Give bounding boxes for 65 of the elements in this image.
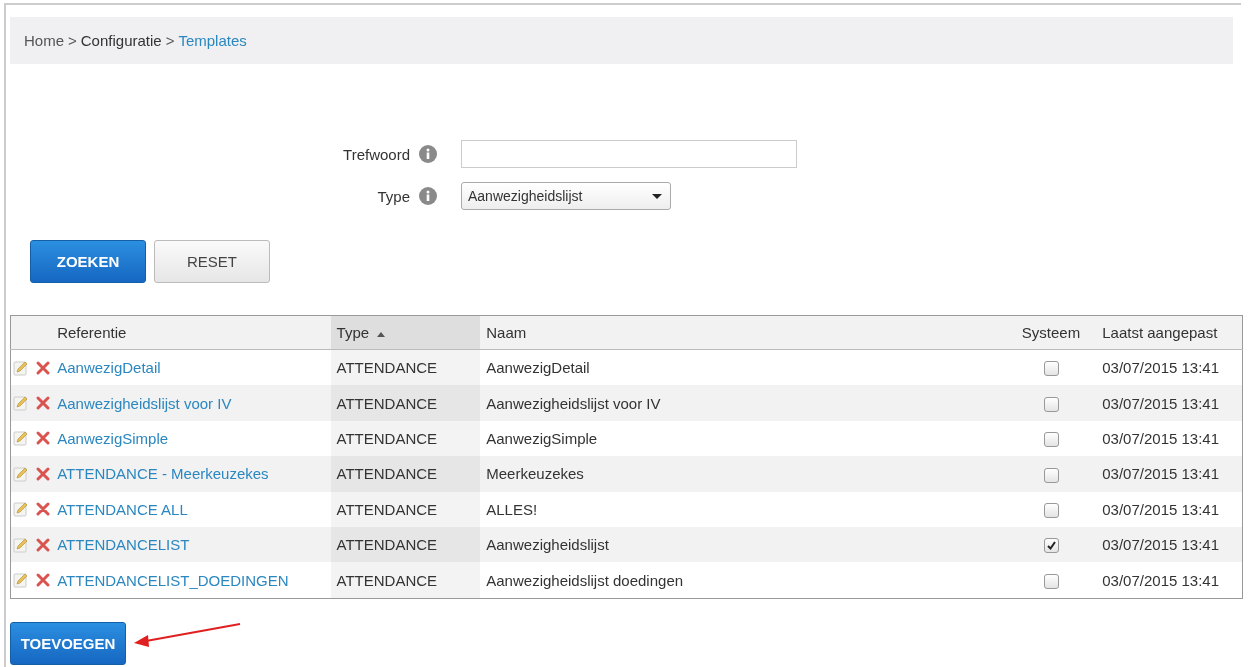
table-cell: AanwezigDetail [486, 359, 590, 377]
table-cell: 03/07/2015 13:41 [1102, 536, 1220, 554]
field-label: Type [376, 187, 410, 205]
delete-icon[interactable] [35, 430, 51, 447]
system-checkbox[interactable] [1043, 573, 1059, 589]
table-cell: Meerkeuzekes [486, 465, 584, 483]
table-cell: Aanwezigheidslijst [486, 536, 609, 554]
reference-link[interactable]: AanwezigDetail [57, 359, 161, 377]
edit-icon[interactable] [13, 430, 29, 447]
reference-link[interactable]: AanwezigSimple [57, 429, 169, 447]
system-checkbox[interactable] [1043, 361, 1059, 377]
reset-button[interactable]: RESET [154, 240, 270, 283]
table-cell: ATTENDANCE [336, 429, 438, 447]
table-cell: ALLES! [486, 500, 538, 518]
column-header[interactable]: Referentie [51, 315, 331, 350]
type-dropdown[interactable]: Aanwezigheidslijst [461, 182, 671, 210]
table-cell: ATTENDANCE [336, 571, 438, 589]
delete-icon[interactable] [35, 501, 51, 518]
breadcrumb-link[interactable]: Configuratie [80, 32, 162, 49]
table-cell: 03/07/2015 13:41 [1102, 359, 1220, 377]
delete-icon[interactable] [35, 465, 51, 482]
system-checkbox[interactable] [1043, 538, 1059, 554]
delete-icon[interactable] [35, 572, 51, 589]
table-cell: 03/07/2015 13:41 [1102, 571, 1220, 589]
system-checkbox[interactable] [1043, 467, 1059, 483]
table-cell: Aanwezigheidslijst voor IV [486, 394, 661, 412]
table-cell: 03/07/2015 13:41 [1102, 429, 1220, 447]
reference-link[interactable]: ATTENDANCE ALL [57, 500, 188, 518]
column-header[interactable]: Type [330, 315, 481, 350]
breadcrumb-link[interactable]: Home [24, 32, 64, 49]
table-cell: 03/07/2015 13:41 [1102, 394, 1220, 412]
edit-icon[interactable] [13, 536, 29, 553]
info-icon[interactable] [419, 187, 437, 205]
search-button[interactable]: ZOEKEN [30, 240, 146, 283]
system-checkbox[interactable] [1043, 432, 1059, 448]
breadcrumb-separator: > [68, 32, 77, 49]
keyword-input[interactable] [461, 140, 797, 168]
edit-icon[interactable] [13, 501, 29, 518]
reference-link[interactable]: ATTENDANCELIST_DOEDINGEN [57, 571, 289, 589]
delete-icon[interactable] [35, 536, 51, 553]
table-cell: 03/07/2015 13:41 [1102, 500, 1220, 518]
table-cell: ATTENDANCE [336, 465, 438, 483]
info-icon[interactable] [419, 145, 437, 163]
column-header[interactable]: Laatst aangepast [1096, 315, 1243, 350]
table-cell: Aanwezigheidslijst doedingen [486, 571, 684, 589]
system-checkbox[interactable] [1043, 396, 1059, 412]
table-cell: ATTENDANCE [336, 394, 438, 412]
table-cell: 03/07/2015 13:41 [1102, 465, 1220, 483]
edit-icon[interactable] [13, 359, 29, 376]
breadcrumb-separator: > [165, 32, 175, 49]
edit-icon[interactable] [13, 395, 29, 412]
table-cell: ATTENDANCE [336, 359, 438, 377]
table-cell: ATTENDANCE [336, 536, 438, 554]
edit-icon[interactable] [13, 465, 29, 482]
table-cell: AanwezigSimple [486, 429, 598, 447]
table-cell: ATTENDANCE [336, 500, 438, 518]
breadcrumb-link[interactable]: Templates [178, 32, 247, 49]
edit-icon[interactable] [13, 572, 29, 589]
field-label: Trefwoord [342, 145, 410, 163]
delete-icon[interactable] [35, 359, 51, 376]
column-header[interactable]: Systeem [1005, 315, 1097, 350]
add-button[interactable]: TOEVOEGEN [10, 621, 126, 665]
system-checkbox[interactable] [1043, 503, 1059, 518]
delete-icon[interactable] [35, 395, 51, 412]
column-header[interactable]: Naam [480, 315, 1006, 350]
